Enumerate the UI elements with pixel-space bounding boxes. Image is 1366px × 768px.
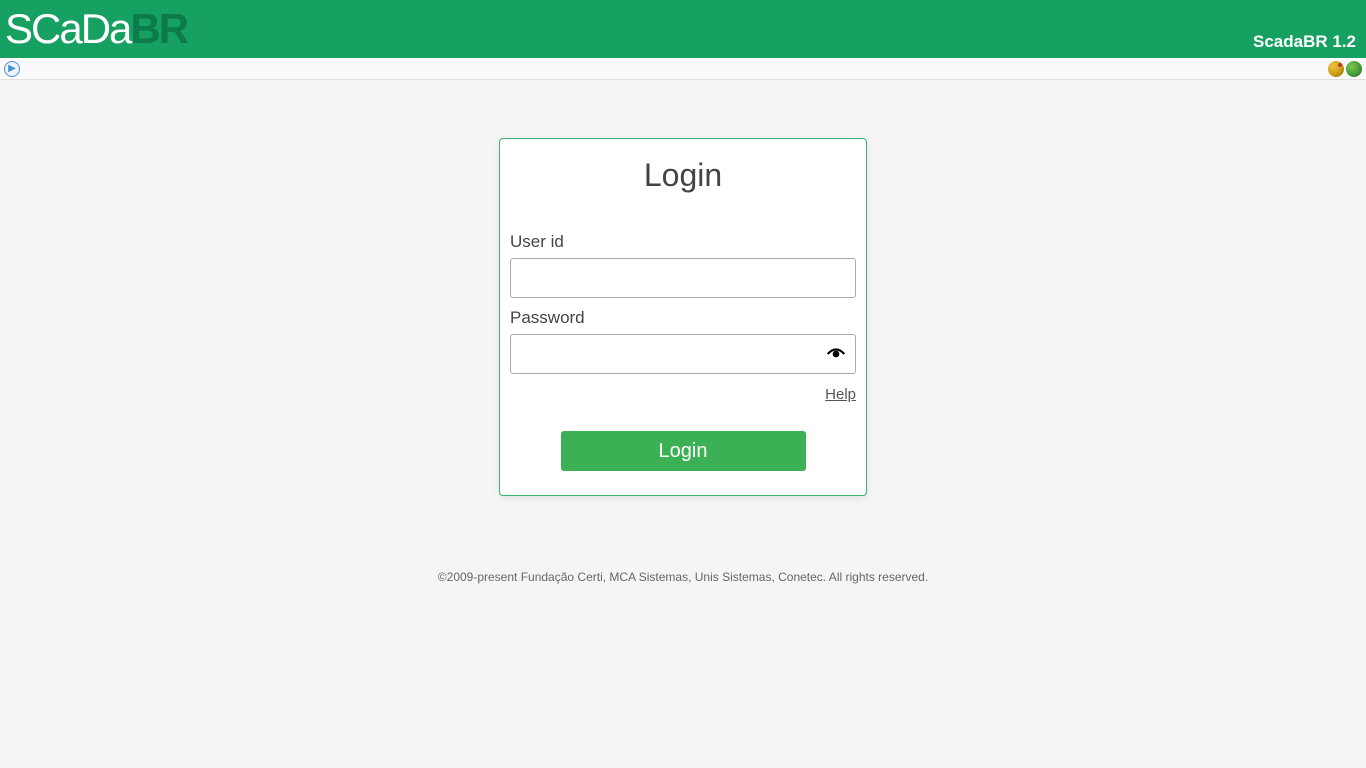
globe-icon[interactable] — [1346, 61, 1362, 77]
copyright-text: ©2009-present Fundação Certi, MCA Sistem… — [438, 570, 928, 584]
header: SCaDaBR ScadaBR 1.2 — [0, 0, 1366, 58]
password-group: Password — [510, 308, 856, 374]
login-title: Login — [510, 157, 856, 194]
login-button[interactable]: Login — [561, 431, 806, 471]
toolbar-right — [1328, 61, 1362, 77]
logo-text-scada: SCaDa — [5, 5, 130, 52]
logo-text-br: BR — [130, 5, 187, 52]
password-label: Password — [510, 308, 856, 328]
user-id-input[interactable] — [510, 258, 856, 298]
footer: ©2009-present Fundação Certi, MCA Sistem… — [0, 570, 1366, 584]
user-id-group: User id — [510, 232, 856, 298]
password-wrapper — [510, 334, 856, 374]
logo: SCaDaBR — [5, 8, 187, 50]
play-icon[interactable]: ▶ — [4, 61, 20, 77]
toolbar-left: ▶ — [4, 61, 20, 77]
help-link[interactable]: Help — [510, 386, 856, 403]
version-label: ScadaBR 1.2 — [1253, 32, 1356, 58]
login-card: Login User id Password Help Login — [499, 138, 867, 496]
main-content: Login User id Password Help Login — [0, 80, 1366, 496]
password-input[interactable] — [510, 334, 856, 374]
user-id-label: User id — [510, 232, 856, 252]
show-password-icon[interactable] — [826, 344, 846, 364]
palette-icon[interactable] — [1328, 61, 1344, 77]
toolbar: ▶ — [0, 58, 1366, 80]
